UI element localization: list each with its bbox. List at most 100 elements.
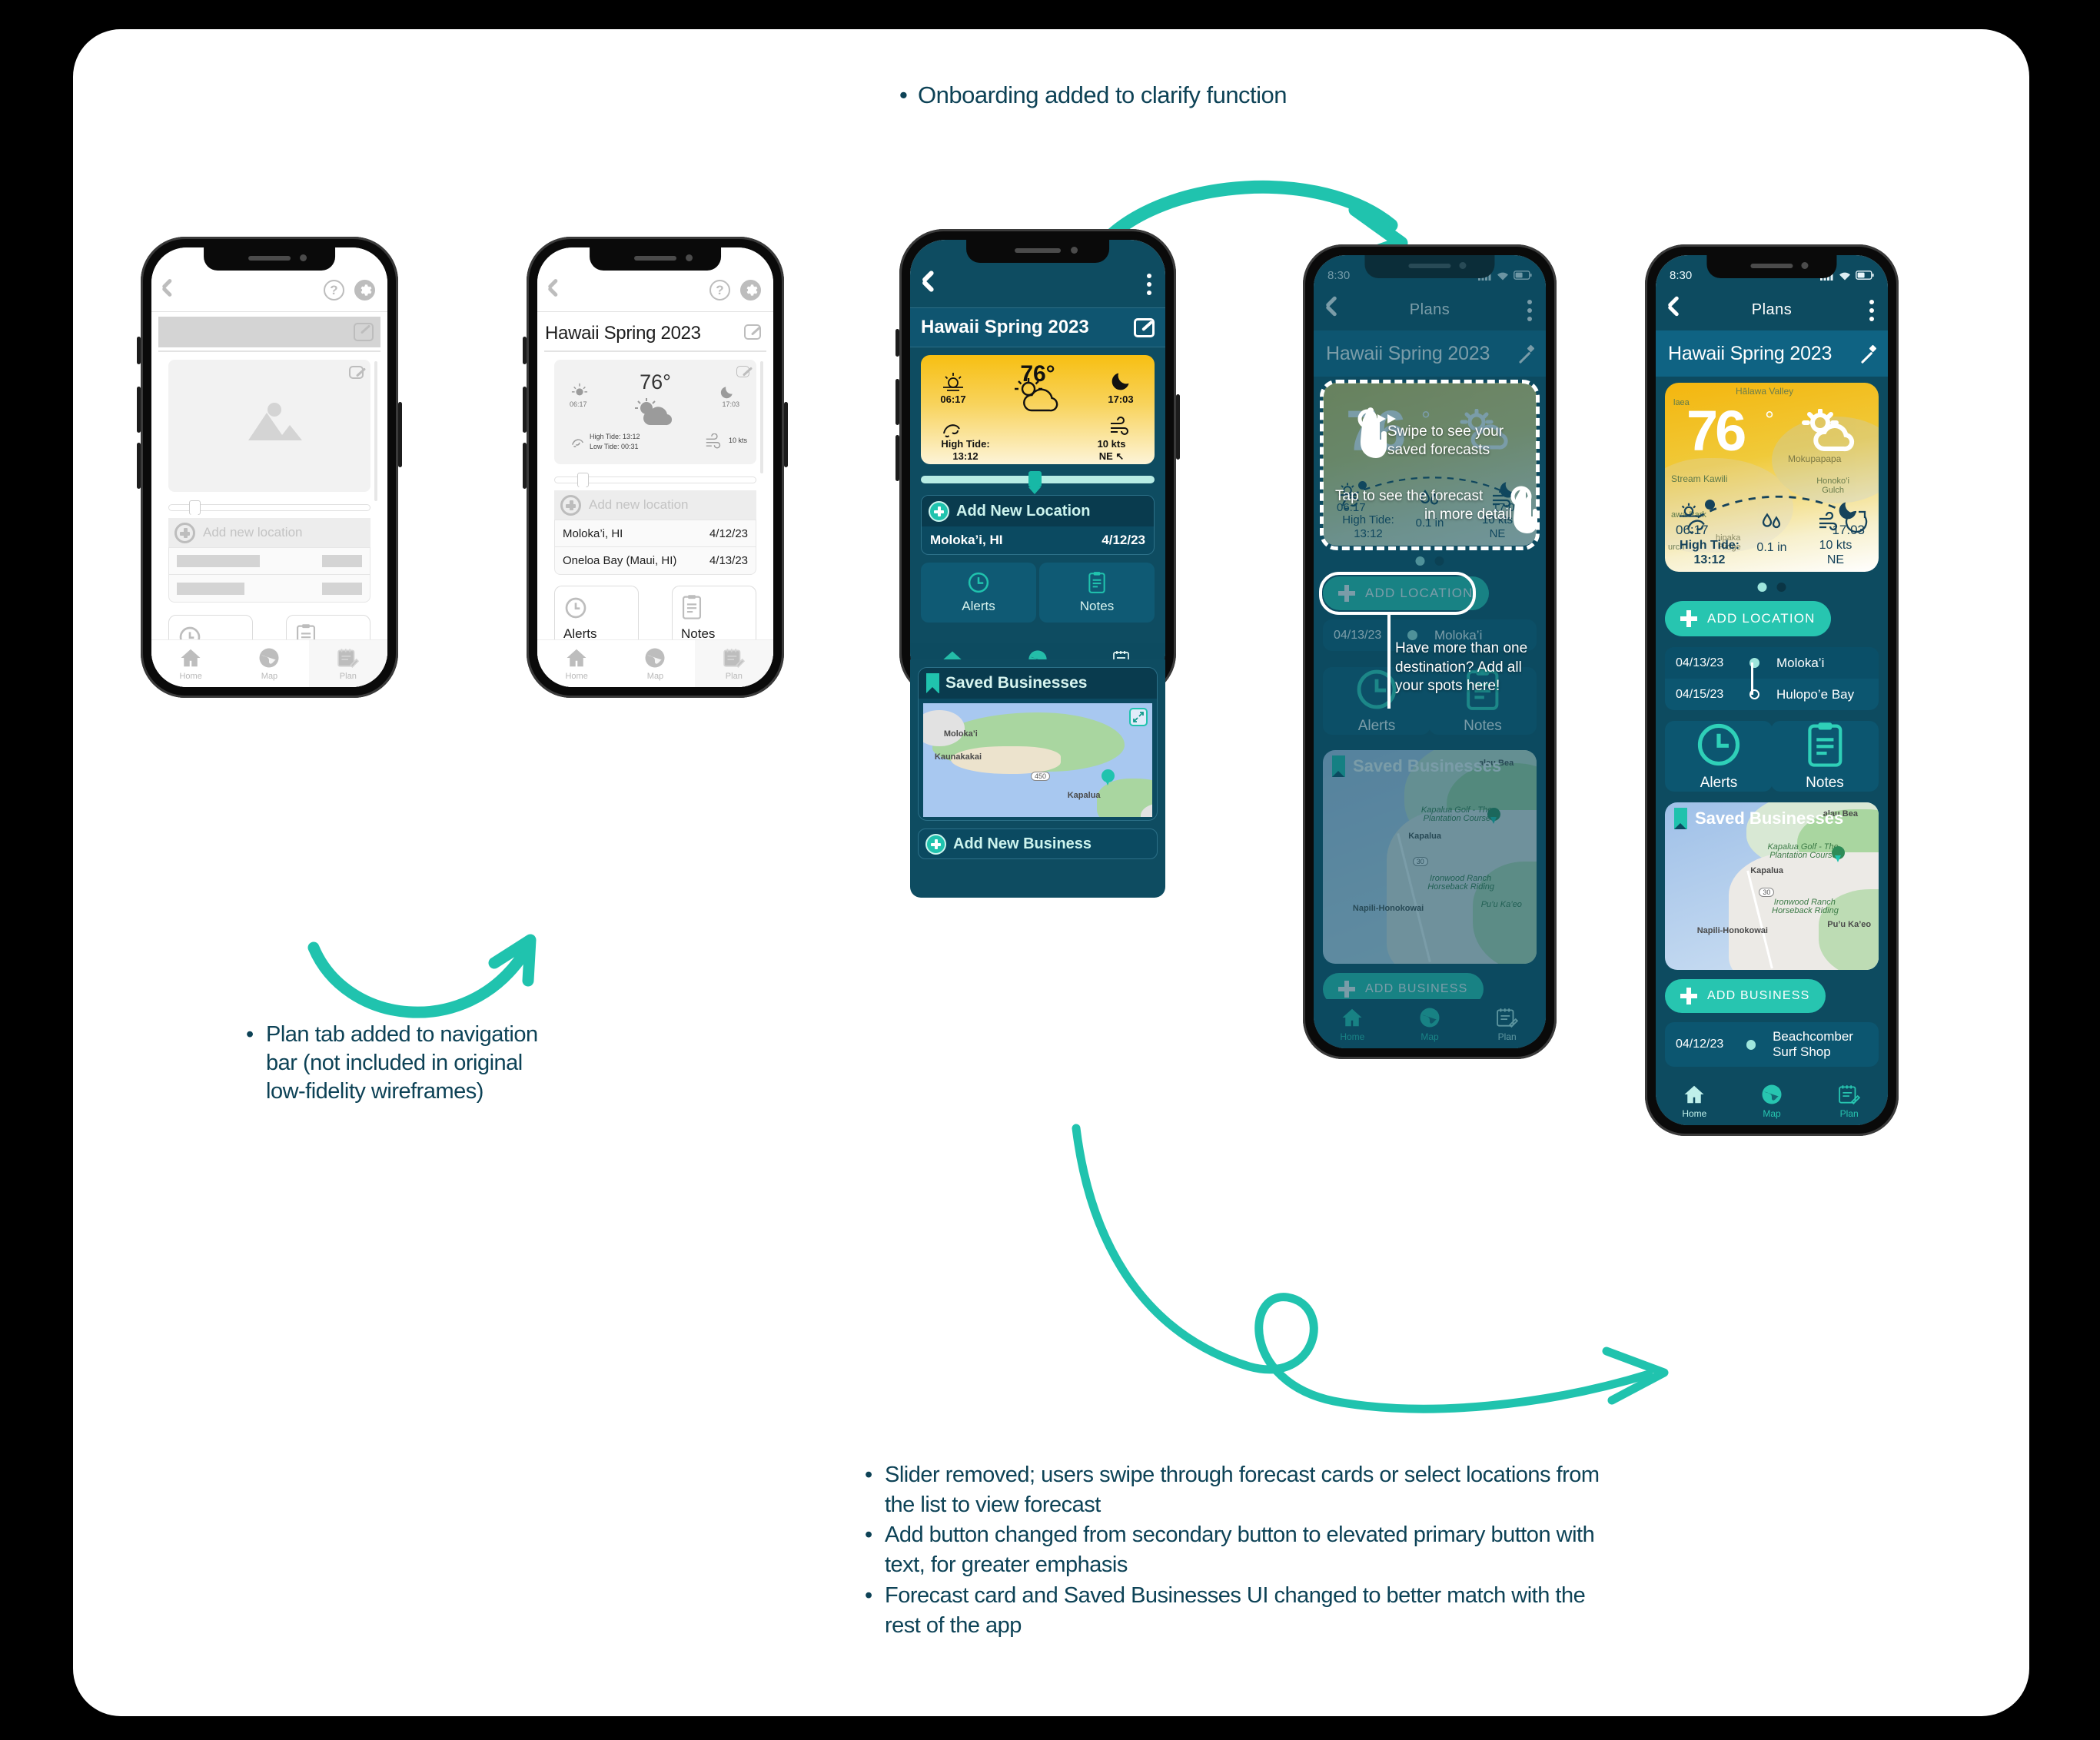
top-bar: ? <box>537 272 773 312</box>
scrollbar[interactable] <box>760 361 763 473</box>
plus-icon <box>560 494 581 516</box>
location-name: Moloka’i, HI <box>563 526 623 540</box>
add-business-label: ADD BUSINESS <box>1707 989 1810 1002</box>
expand-map-button[interactable] <box>1129 708 1148 726</box>
overflow-menu-icon[interactable] <box>1147 274 1151 299</box>
list-item[interactable]: 04/12/23 Beachcomber Surf Shop <box>1665 1022 1879 1067</box>
sidebar-item-plan[interactable]: Plan <box>1810 1076 1888 1125</box>
notch <box>1706 255 1837 278</box>
sunrise-time: 06:17 <box>940 393 966 405</box>
annotation-bottom: • Slider removed; users swipe through for… <box>865 1460 1600 1641</box>
clipboard-icon <box>1088 572 1105 593</box>
edit-pencil-icon[interactable] <box>354 323 374 341</box>
edit-pencil-icon[interactable] <box>1857 344 1876 363</box>
phone-wireframe-content: ? Hawaii Spring 2023 76° 06:17 17:03 Hig… <box>523 237 788 698</box>
sunset-time: 17:03 <box>1108 393 1134 405</box>
annotation-b1-line1: Slider removed; users swipe through fore… <box>885 1463 1600 1487</box>
back-chevron-icon[interactable] <box>548 281 565 298</box>
phone-final-design: 8:30 Plans Hawaii Spring 2023 laea Hālaw… <box>1645 244 1899 1136</box>
list-item[interactable]: Moloka’i, HI 4/12/23 <box>555 520 756 547</box>
sidebar-item-map[interactable]: Map <box>1733 1076 1811 1125</box>
forecast-metrics-row: High Tide: 13:12 0.1 in 10 kts NE <box>1665 510 1879 575</box>
scrollbar[interactable] <box>374 361 377 501</box>
gear-icon[interactable] <box>354 280 375 301</box>
edit-pencil-icon[interactable] <box>349 366 364 379</box>
saved-businesses-heading: Saved Businesses <box>945 674 1088 692</box>
clock-icon <box>968 572 989 593</box>
edit-pencil-icon[interactable] <box>736 366 749 377</box>
list-item[interactable] <box>169 575 370 602</box>
alerts-tile[interactable]: Alerts <box>921 563 1036 623</box>
bottom-nav: Home Map Plan <box>151 639 387 687</box>
carousel-dots[interactable] <box>1757 583 1786 592</box>
bookmark-icon <box>1674 808 1687 829</box>
forecast-slider[interactable] <box>554 473 756 492</box>
bullet-icon: • <box>865 1463 872 1487</box>
sunset-time: 17:03 <box>722 400 739 408</box>
nav-label: Map <box>646 672 664 681</box>
sidebar-item-home[interactable]: Home <box>1656 1076 1733 1125</box>
add-location-field[interactable]: Add new location <box>554 490 756 520</box>
sidebar-item-home[interactable]: Home <box>151 640 230 687</box>
gear-icon[interactable] <box>740 280 761 301</box>
sunrise-time: 06:17 <box>570 400 587 408</box>
add-new-business-button[interactable]: Add New Business <box>918 828 1158 859</box>
forecast-slider[interactable] <box>921 471 1155 494</box>
help-icon[interactable]: ? <box>709 280 730 301</box>
annotation-b2-line1: Add button changed from secondary button… <box>885 1522 1595 1548</box>
list-item[interactable]: Moloka’i, HI 4/12/23 <box>922 526 1154 554</box>
onboarding-tip-tap: Tap to see the forecast in more detail <box>1335 488 1512 523</box>
plan-icon <box>723 649 745 668</box>
add-location-field[interactable]: Add new location <box>168 518 370 547</box>
list-item[interactable]: 04/15/23 Hulopo’e Bay <box>1665 679 1879 710</box>
sidebar-item-map[interactable]: Map <box>230 640 308 687</box>
notes-tile[interactable]: Notes <box>1771 721 1879 792</box>
add-business-button[interactable]: ADD BUSINESS <box>1665 979 1826 1013</box>
home-icon <box>181 649 201 667</box>
moon-icon <box>1111 373 1129 390</box>
back-chevron-icon[interactable] <box>162 281 179 298</box>
map-pin-icon[interactable] <box>1102 769 1115 785</box>
sidebar-item-map[interactable]: Map <box>616 640 694 687</box>
forecast-card[interactable]: 76° 06:17 17:03 High Tide: 13:12 Low Tid… <box>554 360 756 464</box>
onboarding-callout-line <box>1387 615 1391 709</box>
overflow-menu-icon[interactable] <box>1869 300 1874 325</box>
alerts-tile[interactable]: Alerts <box>1665 721 1773 792</box>
card-map-label: Mokupapapa <box>1788 453 1842 464</box>
edit-pencil-icon[interactable] <box>744 324 761 340</box>
business-name: Beachcomber Surf Shop <box>1773 1028 1853 1059</box>
bullet-icon: • <box>865 1582 872 1608</box>
notes-tile[interactable]: Notes <box>1039 563 1155 623</box>
back-chevron-icon[interactable] <box>922 274 942 294</box>
add-location-button[interactable]: ADD LOCATION <box>1665 601 1831 636</box>
edit-pencil-icon[interactable] <box>1134 317 1155 337</box>
plus-icon <box>929 500 949 522</box>
list-item[interactable] <box>169 548 370 575</box>
sidebar-item-home[interactable]: Home <box>537 640 616 687</box>
list-item[interactable]: Oneloa Bay (Maui, HI) 4/13/23 <box>555 547 756 574</box>
plan-title-bar <box>151 314 387 350</box>
annotation-b2-line2: text, for greater emphasis <box>885 1552 1128 1578</box>
sidebar-item-plan[interactable]: Plan <box>694 640 773 687</box>
back-chevron-icon[interactable] <box>1667 295 1688 319</box>
map-pin-icon[interactable] <box>1831 845 1845 862</box>
location-name: Oneloa Bay (Maui, HI) <box>563 554 677 567</box>
saved-businesses-panel[interactable]: Kapalua Golf - The Plantation Course Kap… <box>1665 802 1879 970</box>
forecast-card[interactable]: 76° 06:17 17:03 High Tide: 13:12 10 kts … <box>921 355 1155 464</box>
sidebar-item-plan[interactable]: Plan <box>308 640 387 687</box>
sun-position-dot <box>1705 500 1715 510</box>
help-icon[interactable]: ? <box>324 280 344 301</box>
tide-icon <box>1686 520 1705 534</box>
forecast-card-placeholder[interactable] <box>168 360 370 492</box>
plan-title-bar: Hawaii Spring 2023 <box>1656 330 1888 377</box>
nav-label: Home <box>565 672 588 681</box>
list-item[interactable]: 04/13/23 Moloka’i <box>1665 647 1879 679</box>
swipe-hand-icon <box>1357 407 1396 458</box>
add-new-location-button[interactable]: Add New Location <box>922 496 1154 526</box>
annotation-left: • Plan tab added to navigation bar (not i… <box>246 1021 538 1106</box>
wind-icon <box>1819 512 1838 531</box>
map-label: Horseback Riding <box>1772 906 1839 916</box>
business-map[interactable]: Moloka’i Kaunakakai Kapalua 450 <box>923 703 1152 817</box>
forecast-slider[interactable] <box>168 500 370 520</box>
battery-icon <box>1856 271 1874 280</box>
